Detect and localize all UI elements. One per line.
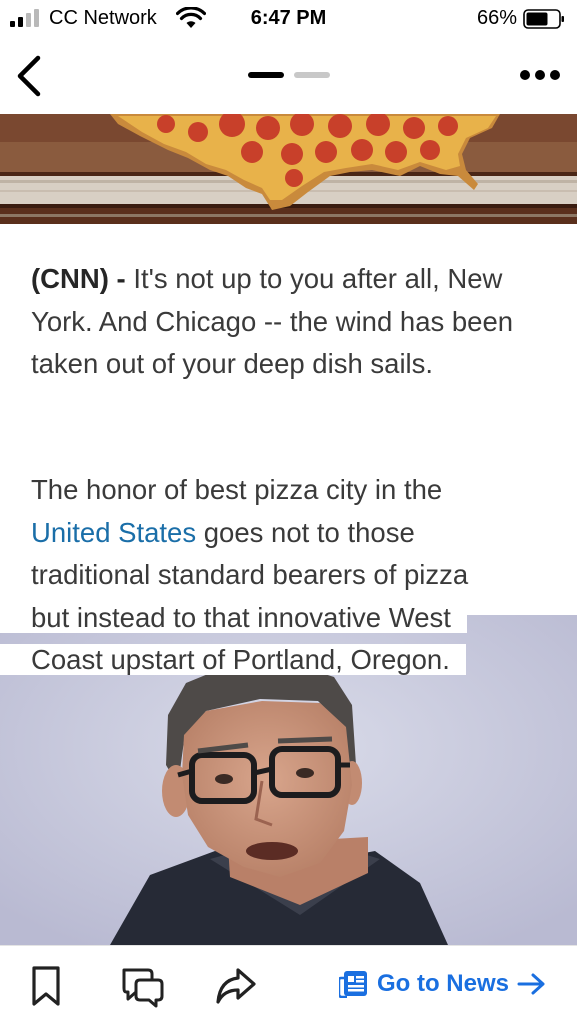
article-paragraph: (CNN) - It's not up to you after all, Ne… [31, 258, 546, 386]
bookmark-icon[interactable] [24, 964, 68, 1008]
paragraph-line: The honor of best pizza city in the [0, 469, 577, 512]
paragraph-line: but instead to that innovative West [0, 597, 577, 640]
ellipsis-icon[interactable] [519, 64, 561, 86]
united-states-link[interactable]: United States [31, 517, 196, 548]
bottom-toolbar: Go to News [0, 945, 577, 1024]
paragraph-text: The honor of best pizza city in the [31, 474, 443, 505]
navigation-bar [0, 38, 577, 114]
comment-icon[interactable] [120, 964, 164, 1008]
newspaper-icon [338, 971, 367, 998]
go-to-news-button[interactable]: Go to News [338, 966, 547, 1002]
paragraph-text: traditional standard bearers of pizza [31, 559, 469, 590]
article-paragraph: The honor of best pizza city in the Unit… [0, 469, 577, 682]
paragraph-line: Coast upstart of Portland, Oregon. [0, 639, 577, 682]
article-body: (CNN) - It's not up to you after all, Ne… [31, 258, 546, 416]
arrow-right-icon [517, 973, 545, 995]
chevron-left-icon[interactable] [14, 54, 46, 98]
paragraph-text: goes not to those [196, 516, 415, 548]
battery-percentage: 66% [476, 7, 517, 29]
paragraph-text: but instead to that innovative West [0, 601, 467, 633]
battery-icon [523, 9, 564, 29]
paragraph-line: United States goes not to those [0, 512, 577, 555]
paragraph-text: Coast upstart of Portland, Oregon. [0, 644, 466, 675]
paragraph-line: traditional standard bearers of pizza [0, 554, 577, 597]
page-indicator-active [248, 72, 284, 78]
go-to-news-label: Go to News [376, 970, 509, 997]
share-icon[interactable] [214, 964, 258, 1008]
article-source: (CNN) - [31, 263, 126, 294]
hero-image [0, 114, 577, 224]
status-bar: CC Network 6:47 PM 66% [0, 0, 577, 38]
page-indicator-inactive [294, 72, 330, 78]
page-indicator [248, 72, 332, 78]
